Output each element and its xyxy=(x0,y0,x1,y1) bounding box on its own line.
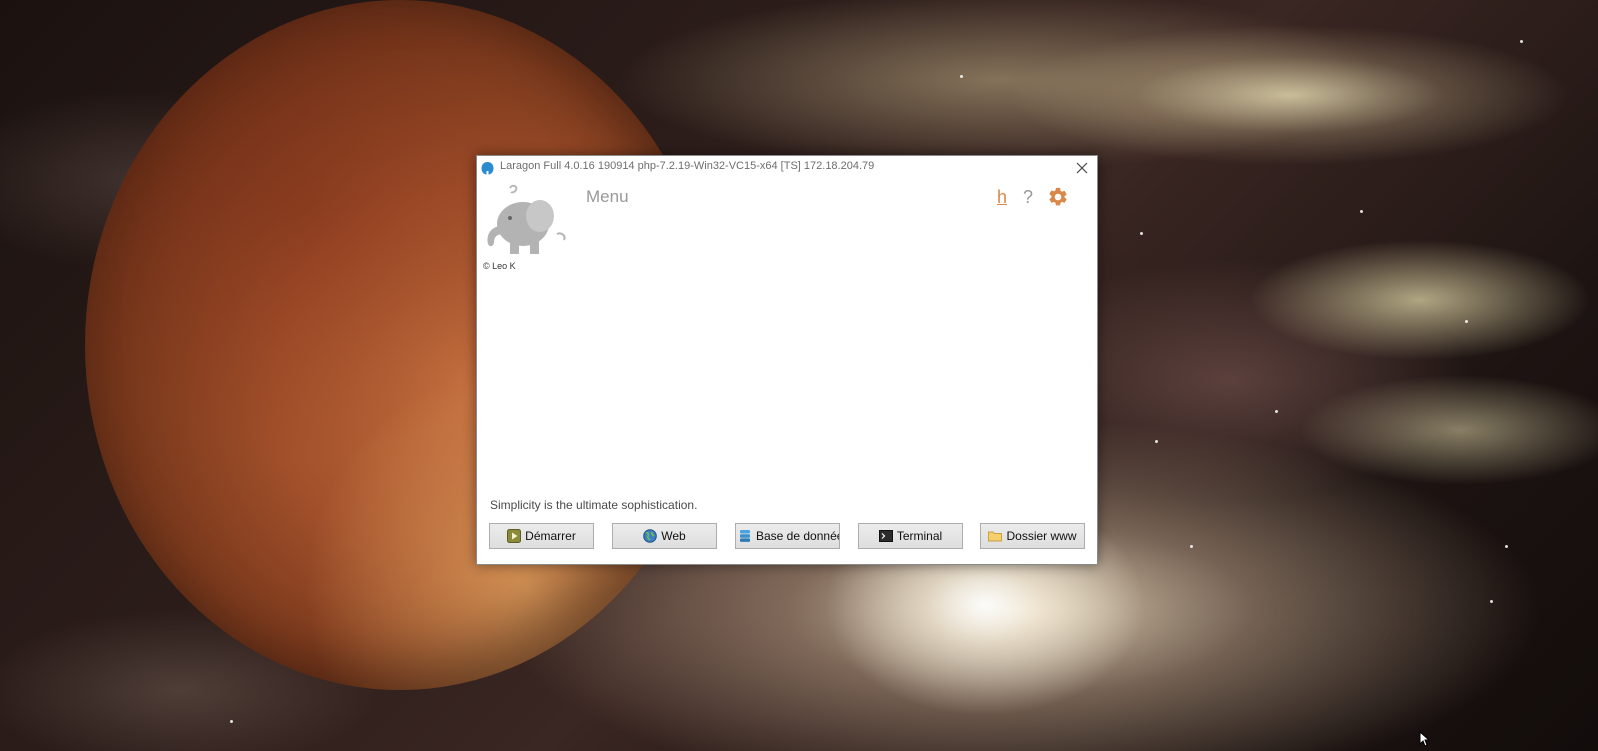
gear-icon[interactable] xyxy=(1047,186,1069,208)
window-title: Laragon Full 4.0.16 190914 php-7.2.19-Wi… xyxy=(500,160,875,172)
wallpaper-star xyxy=(1275,410,1278,413)
start-button[interactable]: Démarrer xyxy=(489,523,594,549)
database-button[interactable]: Base de données xyxy=(735,523,840,549)
mouse-cursor-icon xyxy=(1419,731,1429,747)
laragon-app-icon xyxy=(481,162,494,175)
www-folder-button[interactable]: Dossier www xyxy=(980,523,1085,549)
hotkey-link[interactable]: h xyxy=(997,187,1007,208)
copyright-label: © Leo K xyxy=(483,261,516,271)
wallpaper-star xyxy=(1505,545,1508,548)
web-button[interactable]: Web xyxy=(612,523,717,549)
wallpaper-star xyxy=(1360,210,1363,213)
wallpaper-star xyxy=(1155,440,1158,443)
wallpaper-star xyxy=(1140,232,1143,235)
laragon-elephant-logo xyxy=(487,184,566,254)
close-icon xyxy=(1076,162,1088,174)
globe-icon xyxy=(643,529,658,543)
folder-icon xyxy=(988,531,1003,542)
title-bar[interactable]: Laragon Full 4.0.16 190914 php-7.2.19-Wi… xyxy=(477,156,1097,180)
wallpaper-star xyxy=(1465,320,1468,323)
tagline-text: Simplicity is the ultimate sophisticatio… xyxy=(490,498,698,512)
action-buttons: Démarrer Web Base de données Terminal xyxy=(489,523,1087,551)
play-icon xyxy=(507,529,522,543)
database-button-label: Base de données xyxy=(756,529,839,543)
www-folder-button-label: Dossier www xyxy=(1006,529,1077,543)
close-button[interactable] xyxy=(1067,156,1097,180)
start-button-label: Démarrer xyxy=(525,529,576,543)
wallpaper-star xyxy=(1190,545,1193,548)
wallpaper-star xyxy=(230,720,233,723)
help-link[interactable]: ? xyxy=(1023,187,1033,208)
wallpaper-star xyxy=(960,75,963,78)
terminal-icon xyxy=(878,530,893,542)
wallpaper-star xyxy=(1520,40,1523,43)
menu-button[interactable]: Menu xyxy=(586,187,629,207)
terminal-button-label: Terminal xyxy=(896,529,943,543)
terminal-button[interactable]: Terminal xyxy=(858,523,963,549)
laragon-window: Laragon Full 4.0.16 190914 php-7.2.19-Wi… xyxy=(476,155,1098,565)
wallpaper-star xyxy=(1490,600,1493,603)
database-icon xyxy=(740,530,750,542)
web-button-label: Web xyxy=(661,529,686,543)
